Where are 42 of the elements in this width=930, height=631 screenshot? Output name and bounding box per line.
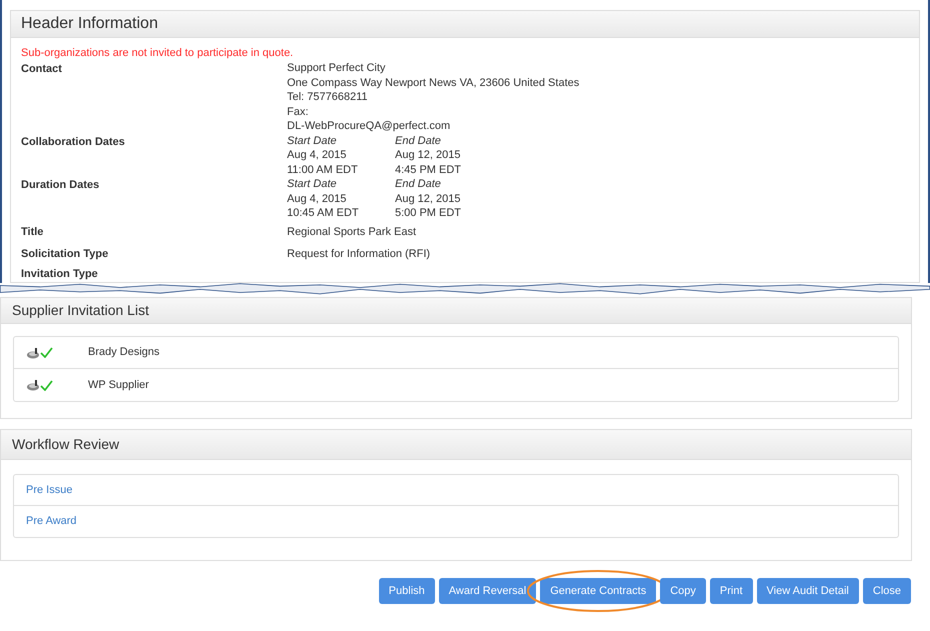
action-button[interactable]: Copy — [660, 578, 706, 604]
date-value: Aug 4, 2015 — [287, 148, 348, 162]
supplier-name: WP Supplier — [88, 378, 149, 393]
action-button[interactable]: View Audit Detail — [756, 578, 859, 604]
action-button[interactable]: Publish — [378, 578, 435, 604]
date-heading: Start Date — [287, 134, 338, 148]
action-button[interactable]: Close — [862, 578, 911, 604]
action-button[interactable]: Print — [710, 578, 753, 604]
contact-line: DL-WebProcureQA@perfect.com — [287, 119, 452, 134]
field-value: Regional Sports Park East — [287, 224, 416, 240]
field-label: Solicitation Type — [21, 247, 110, 262]
action-button[interactable]: Award Reversal — [438, 578, 536, 604]
contact-line: Tel: 7577668211 — [287, 90, 369, 104]
date-value: Aug 4, 2015 — [287, 192, 348, 206]
date-value: Aug 12, 2015 — [395, 192, 462, 206]
field-value: Request for Information (RFI) — [287, 247, 430, 262]
action-button[interactable]: Generate Contracts — [540, 578, 656, 604]
field-label: Invitation Type — [21, 266, 99, 282]
contact-line: One Compass Way Newport News VA, 23606 United States — [287, 76, 580, 90]
contact-line: Support Perfect City — [287, 61, 386, 76]
date-value: Aug 12, 2015 — [395, 148, 462, 162]
time-value: 11:00 AM EDT — [287, 162, 359, 177]
time-value: 4:45 PM EDT — [395, 162, 462, 177]
contact-line: Fax: — [287, 104, 310, 119]
date-heading: Start Date — [287, 177, 338, 192]
field-label: Duration Dates — [21, 178, 100, 193]
notice-text: Sub-organizations are not invited to participate in quote. — [21, 46, 294, 61]
date-heading: End Date — [395, 134, 442, 148]
panel-heading: Supplier Invitation List — [1, 298, 911, 324]
field-label: Contact — [21, 62, 63, 77]
field-label: Title — [21, 224, 44, 240]
field-label: Collaboration Dates — [21, 134, 126, 150]
time-value: 5:00 PM EDT — [395, 206, 462, 220]
workflow-link[interactable]: Pre Issue — [26, 482, 72, 498]
time-value: 10:45 AM EDT — [287, 206, 360, 220]
panel-heading: Header Information — [11, 11, 919, 38]
workflow-link[interactable]: Pre Award — [26, 513, 77, 530]
supplier-name: Brady Designs — [88, 345, 160, 360]
dish-icon — [26, 379, 40, 391]
dish-icon — [26, 346, 40, 358]
date-heading: End Date — [395, 177, 442, 192]
panel-heading: Workflow Review — [1, 430, 911, 460]
